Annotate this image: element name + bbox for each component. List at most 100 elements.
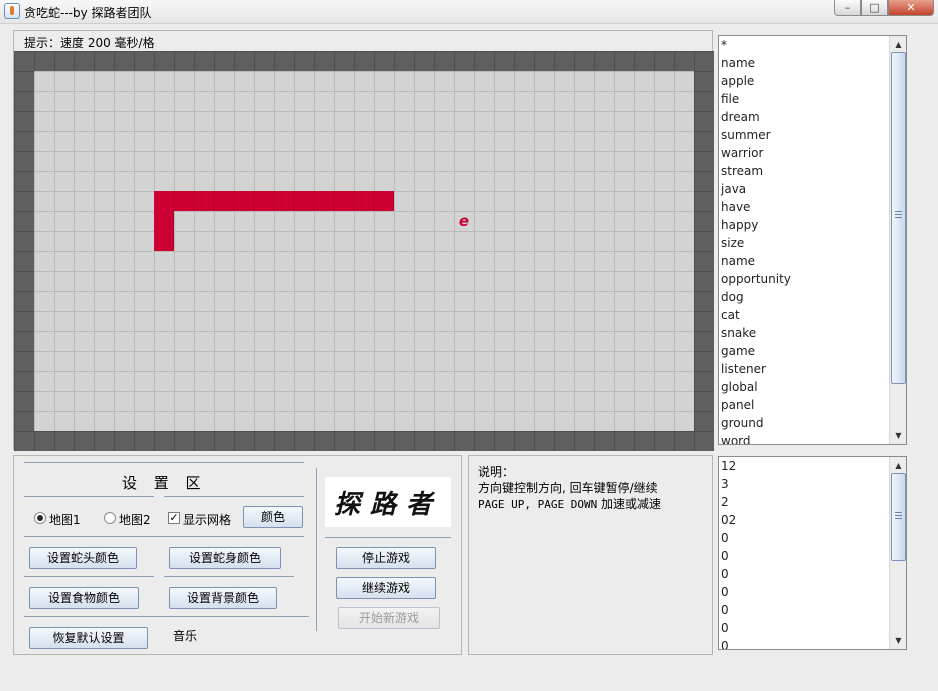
minimize-icon: – — [844, 1, 851, 14]
scroll-grip-icon — [895, 515, 902, 516]
word-list-item[interactable]: dream — [720, 108, 888, 126]
settings-title: 设 置 区 — [122, 474, 207, 492]
description-heading: 说明： — [478, 465, 515, 479]
words-scroll-thumb[interactable] — [891, 52, 906, 384]
word-list-item[interactable]: global — [720, 378, 888, 396]
maximize-button[interactable]: □ — [861, 0, 888, 16]
stop-game-button[interactable]: 停止游戏 — [336, 547, 436, 569]
word-list-item[interactable]: java — [720, 180, 888, 198]
word-list-item[interactable]: panel — [720, 396, 888, 414]
word-list-item[interactable]: size — [720, 234, 888, 252]
map1-label: 地图1 — [49, 513, 81, 527]
word-list-item[interactable]: happy — [720, 216, 888, 234]
body-color-button[interactable]: 设置蛇身颜色 — [169, 547, 281, 569]
close-icon: ✕ — [906, 1, 916, 14]
score-list-item[interactable]: 0 — [720, 529, 888, 547]
game-board[interactable]: e — [14, 51, 714, 451]
divider — [164, 496, 304, 497]
board-field: e — [34, 71, 694, 431]
snake-segment — [354, 191, 374, 211]
description-panel: 说明： 方向键控制方向, 回车键暂停/继续 PAGE UP, PAGE DOWN… — [468, 455, 713, 655]
word-list-item[interactable]: * — [720, 36, 888, 54]
word-list-item[interactable]: warrior — [720, 144, 888, 162]
word-list-item[interactable]: listener — [720, 360, 888, 378]
word-list-item[interactable]: snake — [720, 324, 888, 342]
divider — [164, 576, 294, 577]
word-list-item[interactable]: file — [720, 90, 888, 108]
scores-scrollbar[interactable]: ▲ ▼ — [889, 457, 906, 649]
head-color-button[interactable]: 设置蛇头颜色 — [29, 547, 137, 569]
snake-segment — [254, 191, 274, 211]
close-button[interactable]: ✕ — [888, 0, 934, 16]
word-list-item[interactable]: game — [720, 342, 888, 360]
word-list-item[interactable]: word — [720, 432, 888, 444]
snake-segment — [214, 191, 234, 211]
snake-segment — [294, 191, 314, 211]
score-list-item[interactable]: 0 — [720, 601, 888, 619]
scores-list[interactable]: 12 3 2 02 0 0 0 0 0 0 0 ▲ ▼ — [718, 456, 907, 650]
divider — [24, 616, 309, 617]
new-game-button[interactable]: 开始新游戏 — [338, 607, 440, 629]
continue-game-button[interactable]: 继续游戏 — [336, 577, 436, 599]
snake-segment — [194, 191, 214, 211]
word-list-item[interactable]: cat — [720, 306, 888, 324]
score-list-item[interactable]: 0 — [720, 637, 888, 649]
minimize-button[interactable]: – — [834, 0, 861, 16]
speed-hint: 提示：速度 200 毫秒/格 — [24, 36, 155, 50]
reset-defaults-button[interactable]: 恢复默认设置 — [29, 627, 148, 649]
score-list-item[interactable]: 3 — [720, 475, 888, 493]
description-keys: PAGE UP, PAGE DOWN — [478, 498, 598, 511]
word-list-item[interactable]: ground — [720, 414, 888, 432]
scores-scroll-thumb[interactable] — [891, 473, 906, 561]
word-list-item[interactable]: name — [720, 54, 888, 72]
bg-color-button[interactable]: 设置背景颜色 — [169, 587, 277, 609]
divider — [325, 537, 451, 538]
scroll-grip-icon — [895, 512, 902, 513]
word-list-item[interactable]: apple — [720, 72, 888, 90]
game-panel: 提示：速度 200 毫秒/格 e — [13, 30, 714, 451]
snake-segment — [154, 211, 174, 231]
food-item: e — [458, 212, 470, 230]
words-list[interactable]: * name apple file dream summer warrior stream ja… — [718, 35, 907, 445]
team-logo: 探路者 — [325, 477, 451, 527]
score-list-item[interactable]: 0 — [720, 547, 888, 565]
score-list-item[interactable]: 0 — [720, 565, 888, 583]
score-list-item[interactable]: 12 — [720, 457, 888, 475]
divider — [24, 496, 154, 497]
word-list-item[interactable]: summer — [720, 126, 888, 144]
scroll-up-icon[interactable]: ▲ — [891, 458, 906, 473]
snake-segment — [314, 191, 334, 211]
show-grid-checkbox[interactable]: ✓ — [168, 512, 180, 524]
map1-radio[interactable] — [34, 512, 46, 524]
scroll-down-icon[interactable]: ▼ — [891, 633, 906, 648]
word-list-item[interactable]: opportunity — [720, 270, 888, 288]
score-list-item[interactable]: 0 — [720, 583, 888, 601]
map2-radio[interactable] — [104, 512, 116, 524]
description-line1: 方向键控制方向, 回车键暂停/继续 — [478, 481, 658, 495]
word-list-item[interactable]: name — [720, 252, 888, 270]
scroll-up-icon[interactable]: ▲ — [891, 37, 906, 52]
food-color-button[interactable]: 设置食物颜色 — [29, 587, 139, 609]
color-button[interactable]: 颜色 — [243, 506, 303, 528]
title-bar: 贪吃蛇---by 探路者团队 – □ ✕ — [0, 0, 938, 24]
word-list-item[interactable]: stream — [720, 162, 888, 180]
score-list-item[interactable]: 0 — [720, 619, 888, 637]
snake-segment — [174, 191, 194, 211]
score-list-item[interactable]: 2 — [720, 493, 888, 511]
maximize-icon: □ — [869, 1, 880, 14]
logo-text: 探路者 — [333, 489, 442, 520]
snake-segment — [334, 191, 354, 211]
scroll-down-icon[interactable]: ▼ — [891, 428, 906, 443]
divider — [24, 536, 304, 537]
snake-segment — [154, 231, 174, 251]
window-controls: – □ ✕ — [834, 0, 934, 16]
divider — [24, 462, 304, 463]
divider — [24, 576, 154, 577]
word-list-item[interactable]: dog — [720, 288, 888, 306]
word-list-item[interactable]: have — [720, 198, 888, 216]
score-list-item[interactable]: 02 — [720, 511, 888, 529]
words-scrollbar[interactable]: ▲ ▼ — [889, 36, 906, 444]
scroll-grip-icon — [895, 214, 902, 215]
description-line2-text: 加速或减速 — [597, 497, 662, 511]
description-line2: PAGE UP, PAGE DOWN 加速或减速 — [478, 496, 703, 513]
